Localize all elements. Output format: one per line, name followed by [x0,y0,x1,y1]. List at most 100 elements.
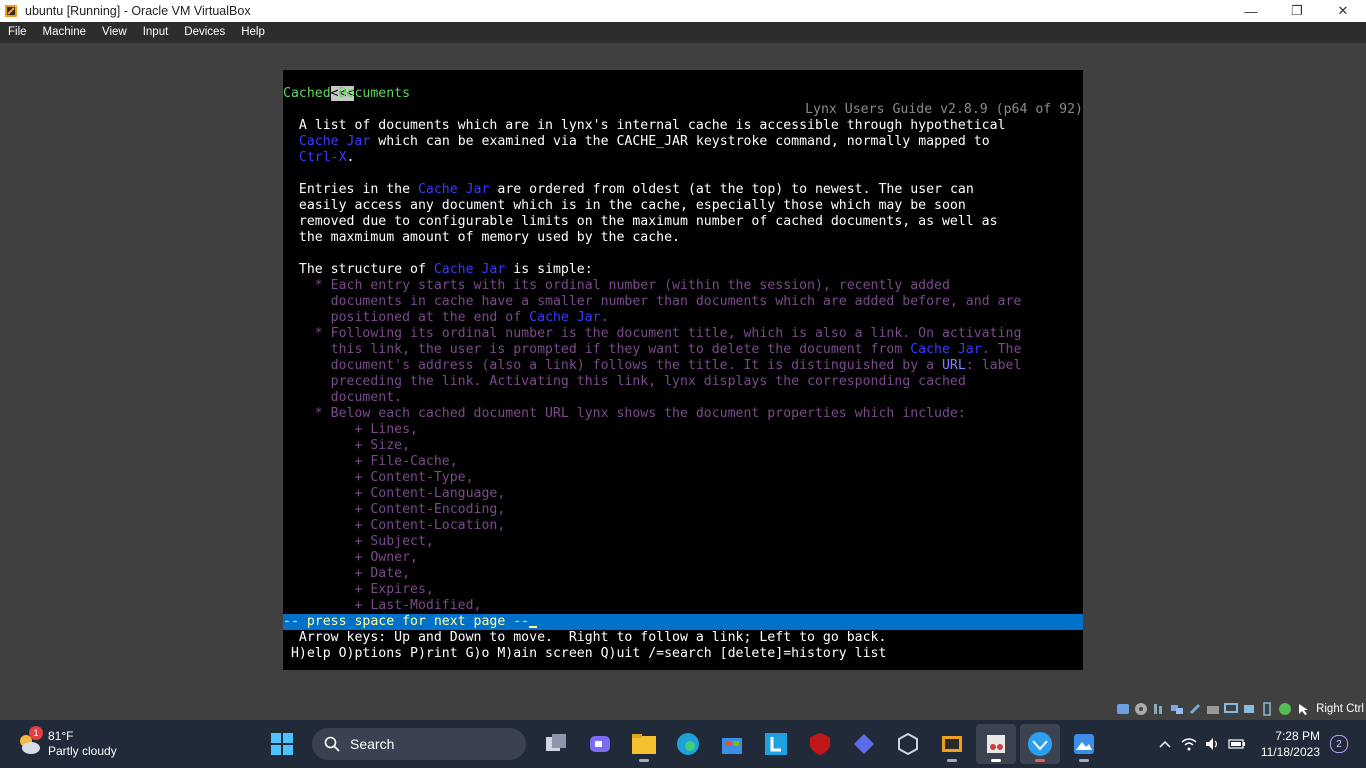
menubar: File Machine View Input Devices Help [0,22,1366,43]
edge-button[interactable] [668,724,708,764]
bullet2-line5: document. [283,390,403,405]
clock-date: 11/18/2023 [1260,745,1320,759]
hard-disk-icon[interactable] [1115,701,1131,717]
minimize-button[interactable]: — [1228,0,1274,22]
weather-desc: Partly cloudy [48,744,117,758]
weather-widget[interactable]: 1 81°F Partly cloudy [16,726,117,762]
menu-file[interactable]: File [0,22,35,43]
windows-start-icon [271,733,293,755]
structure-end: is simple: [505,262,593,277]
menu-view[interactable]: View [94,22,135,43]
lynx-app-button[interactable] [1020,724,1060,764]
audio-icon[interactable] [1151,701,1167,717]
page-header: Lynx Users Guide v2.8.9 (p64 of 92) [805,102,1083,117]
property-item: + Date, [283,566,411,581]
weather-badge: 1 [29,726,43,740]
wifi-icon[interactable] [1178,733,1200,755]
property-item: + Content-Location, [283,518,506,533]
photos-button[interactable] [1064,724,1104,764]
search-icon [324,736,340,752]
property-item: + Last-Modified, [283,598,482,613]
cache-jar-link[interactable]: Cache Jar [418,182,489,197]
mcafee-button[interactable] [800,724,840,764]
vm-display-area: <<< Lynx Users Guide v2.8.9 (p64 of 92) … [0,43,1366,720]
property-item: + Lines, [283,422,418,437]
shared-folders-icon[interactable] [1205,701,1221,717]
weather-temp: 81°F [48,729,74,743]
store-icon [722,738,742,754]
snipping-tool-icon [987,735,1005,753]
virtualbox-cube-button[interactable] [888,724,928,764]
file-explorer-button[interactable] [624,724,664,764]
close-button[interactable]: ✕ [1320,0,1366,22]
clock[interactable]: 7:28 PM 11/18/2023 [1261,728,1320,760]
window-titlebar: ubuntu [Running] - Oracle VM VirtualBox … [0,0,1366,22]
bullet3-line1: * Below each cached document URL lynx sh… [283,406,966,421]
cache-jar-link[interactable]: Cache Jar [529,310,600,325]
store-button[interactable] [712,724,752,764]
mouse-integration-icon[interactable] [1295,701,1311,717]
property-item: + Content-Type, [283,470,474,485]
para2-start: Entries in the [283,182,418,197]
ctrl-x-link[interactable]: Ctrl-X [299,150,347,165]
property-item: + Subject, [283,534,434,549]
section-title: Cached Documents [283,86,411,101]
l-app-button[interactable] [756,724,796,764]
property-item: + Content-Language, [283,486,506,501]
structure-start: The structure of [283,262,434,277]
para2-rest: are ordered from oldest (at the top) to … [489,182,974,197]
virtualbox-icon [942,736,962,752]
volume-icon[interactable] [1202,733,1224,755]
virtualbox-app-icon [4,4,18,18]
usb-icon[interactable] [1187,701,1203,717]
window-title: ubuntu [Running] - Oracle VM VirtualBox [25,4,251,18]
folder-icon [632,734,656,754]
para1-line2: which can be examined via the CACHE_JAR … [370,134,990,149]
teams-button[interactable] [580,724,620,764]
menu-help[interactable]: Help [233,22,273,43]
photos-icon [1074,734,1094,754]
taskbar-search[interactable]: Search [312,728,526,760]
recording-icon[interactable] [1241,701,1257,717]
battery-icon[interactable] [1226,733,1248,755]
bullet2-line2: this link, the user is prompted if they … [283,342,911,357]
task-view-button[interactable] [536,724,576,764]
guest-additions-icon[interactable] [1277,701,1293,717]
cube-icon [898,732,918,756]
cache-jar-link[interactable]: Cache Jar [434,262,505,277]
help-line-1: Arrow keys: Up and Down to move. Right t… [283,630,887,645]
chevron-up-icon[interactable] [1154,733,1176,755]
property-item: + File-Cache, [283,454,458,469]
gem-app-icon [854,734,874,754]
restore-button[interactable]: ❐ [1274,0,1320,22]
menu-input[interactable]: Input [135,22,177,43]
notification-count[interactable]: 2 [1330,735,1348,753]
taskbar: 1 81°F Partly cloudy Search 7:28 PM 11/1… [0,720,1366,768]
bullet2-line1: * Following its ordinal number is the do… [283,326,1022,341]
mcafee-shield-icon [810,733,830,755]
virtualbox-vm-button[interactable] [932,724,972,764]
para1-end: . [346,150,355,165]
cache-jar-link[interactable]: Cache Jar [299,134,370,149]
para2-line2: easily access any document which is in t… [283,198,966,213]
cache-jar-link[interactable]: Cache Jar [910,342,981,357]
host-key-label: Right Ctrl [1316,703,1364,715]
app-gem-button[interactable] [844,724,884,764]
bullet1-line3: positioned at the end of [283,310,530,325]
display-icon[interactable] [1223,701,1239,717]
optical-drive-icon[interactable] [1133,701,1149,717]
start-button[interactable] [262,724,302,764]
network-icon[interactable] [1169,701,1185,717]
lynx-console[interactable]: <<< Lynx Users Guide v2.8.9 (p64 of 92) … [283,70,1083,670]
menu-devices[interactable]: Devices [176,22,233,43]
snipping-tool-button[interactable] [976,724,1016,764]
cpu-icon[interactable] [1259,701,1275,717]
menu-machine[interactable]: Machine [35,22,94,43]
help-line-2: H)elp O)ptions P)rint G)o M)ain screen Q… [283,646,887,661]
property-item: + Size, [283,438,411,453]
l-app-icon [765,733,787,755]
text-cursor [529,626,538,628]
system-tray: 7:28 PM 11/18/2023 2 [1153,720,1366,768]
task-view-icon [546,734,566,751]
bullet1-line1: * Each entry starts with its ordinal num… [283,278,950,293]
